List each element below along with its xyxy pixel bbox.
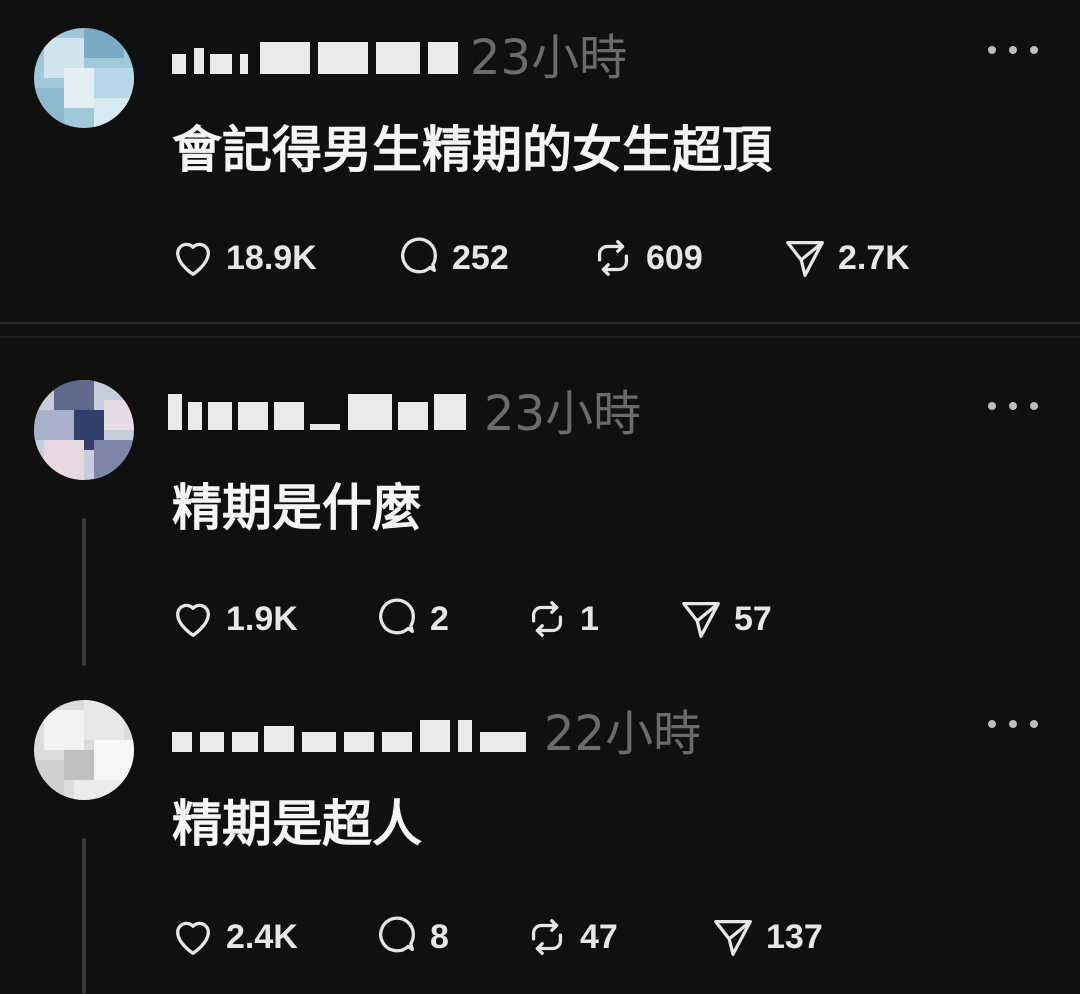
- more-icon: [988, 720, 996, 728]
- reply-post[interactable]: 22小時 精期是超人 2.4K 8 47 137: [0, 668, 1080, 994]
- send-icon: [786, 241, 824, 277]
- share-button[interactable]: 137: [710, 912, 823, 962]
- post-text: 精期是什麼: [172, 479, 422, 537]
- share-button[interactable]: 57: [678, 594, 772, 644]
- like-count: 18.9K: [226, 238, 317, 277]
- send-icon: [714, 920, 752, 956]
- repost-button[interactable]: 47: [524, 912, 618, 962]
- comment-bubble-icon: [379, 916, 415, 953]
- post-text: 精期是超人: [172, 795, 422, 853]
- repost-icon: [597, 240, 629, 276]
- repost-icon: [531, 601, 563, 637]
- thread-line: [82, 838, 86, 994]
- heart-icon: [176, 242, 210, 276]
- avatar[interactable]: [34, 380, 134, 480]
- repost-count: 609: [646, 238, 703, 277]
- like-count: 2.4K: [226, 917, 298, 956]
- more-options-button[interactable]: [988, 714, 1038, 734]
- share-button[interactable]: 2.7K: [782, 233, 910, 283]
- comment-bubble-icon: [401, 237, 437, 274]
- more-icon: [988, 46, 996, 54]
- comment-count: 8: [430, 917, 449, 956]
- comment-button[interactable]: 2: [374, 594, 449, 644]
- heart-icon: [176, 603, 210, 637]
- repost-icon: [531, 919, 563, 955]
- post-text: 會記得男生精期的女生超頂: [172, 121, 772, 179]
- like-button[interactable]: 18.9K: [170, 233, 317, 283]
- share-count: 2.7K: [838, 238, 910, 277]
- username-redacted[interactable]: [172, 712, 532, 756]
- more-options-button[interactable]: [988, 40, 1038, 60]
- repost-count: 1: [580, 599, 599, 638]
- avatar[interactable]: [34, 28, 134, 128]
- share-count: 57: [734, 599, 772, 638]
- post-time: 23小時: [484, 386, 642, 442]
- heart-icon: [176, 921, 210, 955]
- threads-feed: 23小時 會記得男生精期的女生超頂 18.9K 252 609 2.7K 23小…: [0, 0, 1080, 994]
- comment-bubble-icon: [379, 598, 415, 635]
- like-count: 1.9K: [226, 599, 298, 638]
- repost-button[interactable]: 609: [590, 233, 703, 283]
- post-time: 22小時: [544, 706, 702, 762]
- repost-count: 47: [580, 917, 618, 956]
- post-main[interactable]: 23小時 會記得男生精期的女生超頂 18.9K 252 609 2.7K: [0, 0, 1080, 322]
- divider: [0, 322, 1080, 324]
- post-time: 23小時: [470, 30, 628, 86]
- share-count: 137: [766, 917, 823, 956]
- repost-button[interactable]: 1: [524, 594, 599, 644]
- thread-line: [82, 518, 86, 666]
- more-options-button[interactable]: [988, 396, 1038, 416]
- send-icon: [682, 602, 720, 638]
- like-button[interactable]: 1.9K: [170, 594, 298, 644]
- avatar[interactable]: [34, 700, 134, 800]
- reply-post[interactable]: 23小時 精期是什麼 1.9K 2 1 57: [0, 338, 1080, 668]
- like-button[interactable]: 2.4K: [170, 912, 298, 962]
- username-redacted[interactable]: [172, 34, 462, 78]
- comment-count: 252: [452, 238, 509, 277]
- comment-count: 2: [430, 599, 449, 638]
- username-redacted[interactable]: [168, 390, 470, 434]
- more-icon: [988, 402, 996, 410]
- comment-button[interactable]: 252: [396, 233, 509, 283]
- comment-button[interactable]: 8: [374, 912, 449, 962]
